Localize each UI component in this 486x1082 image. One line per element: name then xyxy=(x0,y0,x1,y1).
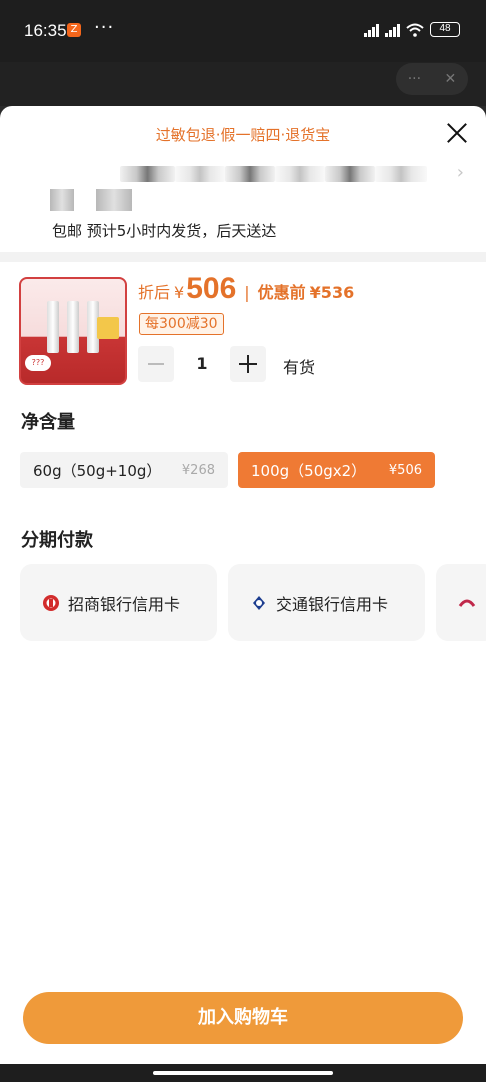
currency-symbol: ¥ xyxy=(174,283,185,302)
thumbnail-badge: ??? xyxy=(25,355,51,371)
section-divider xyxy=(0,252,486,262)
add-to-cart-button[interactable]: 加入购物车 xyxy=(23,992,463,1044)
cmb-bank-icon xyxy=(43,594,59,611)
installment-label: 交通银行信用卡 xyxy=(276,594,389,614)
option-60g[interactable]: 60g（50g+10g） ¥268 xyxy=(20,452,228,488)
installment-label: 招商银行信用卡 xyxy=(68,594,181,614)
product-tube-icon xyxy=(47,301,59,353)
chevron-right-icon[interactable]: › xyxy=(457,162,464,183)
bocom-bank-icon xyxy=(253,595,265,610)
product-tube-icon xyxy=(67,301,79,353)
price-line: 折后 ¥ 506 | 优惠前 ¥536 xyxy=(138,272,354,306)
recipient-redacted xyxy=(50,189,74,211)
gift-icon xyxy=(97,317,119,339)
address-redacted[interactable] xyxy=(375,166,427,182)
promo-badge: 每300减30 xyxy=(139,313,224,335)
price-after-label: 折后 xyxy=(138,283,171,302)
installment-option-cmb[interactable]: 招商银行信用卡 xyxy=(20,564,217,641)
notification-app-icon: Z xyxy=(67,23,81,37)
more-notifications-icon: ··· xyxy=(94,17,115,38)
installment-title: 分期付款 xyxy=(21,530,93,551)
price-before-value: ¥536 xyxy=(309,283,355,302)
price-after-value: 506 xyxy=(186,272,237,305)
sku-selector-sheet: 过敏包退·假一赔四·退货宝 › 包邮 预计5小时内发货，后天送达 ??? 折后 … xyxy=(0,106,486,1064)
delivery-estimate: 包邮 预计5小时内发货，后天送达 xyxy=(52,222,277,240)
installment-option-more[interactable] xyxy=(436,564,486,641)
more-icon[interactable]: ··· xyxy=(408,71,421,87)
quantity-decrease-button[interactable] xyxy=(138,346,174,382)
product-thumbnail[interactable]: ??? xyxy=(19,277,127,385)
service-guarantee: 过敏包退·假一赔四·退货宝 xyxy=(155,126,331,144)
option-price: ¥268 xyxy=(181,462,215,478)
battery-icon: 48 xyxy=(430,22,460,37)
mini-program-capsule[interactable]: ··· ✕ xyxy=(396,63,468,95)
status-bar: 16:35 Z ··· 48 xyxy=(0,0,486,62)
stock-status: 有货 xyxy=(283,358,316,377)
status-time: 16:35 xyxy=(24,21,67,40)
price-separator: | xyxy=(244,283,250,302)
close-sheet-button[interactable] xyxy=(444,120,470,146)
option-100g[interactable]: 100g（50gx2） ¥506 xyxy=(238,452,435,488)
address-redacted[interactable] xyxy=(225,166,275,182)
net-content-title: 净含量 xyxy=(21,412,75,433)
option-price: ¥506 xyxy=(388,462,422,478)
installment-option-bocom[interactable]: 交通银行信用卡 xyxy=(228,564,425,641)
address-redacted[interactable] xyxy=(325,166,375,182)
phone-redacted xyxy=(96,189,132,211)
home-indicator[interactable] xyxy=(153,1071,333,1075)
wifi-icon xyxy=(406,23,424,37)
status-indicators: 48 xyxy=(364,22,460,37)
address-redacted[interactable] xyxy=(275,166,325,182)
signal-icon-2 xyxy=(385,23,400,37)
signal-icon xyxy=(364,23,379,37)
price-before-label: 优惠前 xyxy=(257,283,306,302)
option-label: 60g（50g+10g） xyxy=(33,461,162,480)
option-label: 100g（50gx2） xyxy=(251,461,367,480)
bank-icon xyxy=(458,599,476,607)
quantity-increase-button[interactable] xyxy=(230,346,266,382)
quantity-value[interactable]: 1 xyxy=(174,346,230,382)
address-redacted[interactable] xyxy=(120,166,175,182)
close-icon[interactable]: ✕ xyxy=(445,71,457,87)
address-redacted[interactable] xyxy=(175,166,225,182)
